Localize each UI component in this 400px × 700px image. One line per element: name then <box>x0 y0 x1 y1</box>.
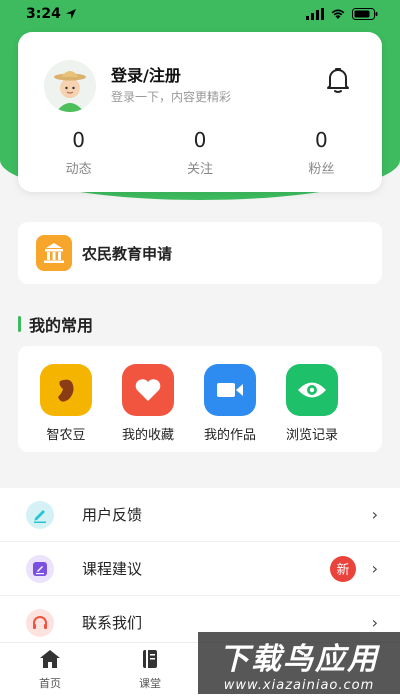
menu-item-course-suggestion[interactable]: 课程建议 新 › <box>0 542 400 596</box>
status-time: 3:24 <box>26 6 61 22</box>
bean-icon <box>40 364 92 416</box>
location-arrow-icon <box>65 9 76 19</box>
shortcut-label: 我的作品 <box>203 428 256 443</box>
menu-label: 课程建议 <box>82 560 143 578</box>
battery-icon <box>352 8 378 20</box>
tab-classroom[interactable]: 课堂 <box>100 643 200 700</box>
edu-label: 农民教育申请 <box>82 244 173 263</box>
section-title-common: 我的常用 <box>18 314 94 335</box>
headset-icon <box>26 608 54 637</box>
book-icon <box>143 650 157 668</box>
farmer-avatar-icon <box>44 60 96 112</box>
home-icon <box>40 650 60 668</box>
building-icon <box>36 235 72 271</box>
stat-value: 0 <box>72 128 86 152</box>
settings-list: 用户反馈 › 课程建议 新 › 联系我们 › <box>0 488 400 650</box>
wifi-icon <box>331 9 345 19</box>
avatar[interactable] <box>44 60 96 112</box>
farmer-education-apply-button[interactable]: 农民教育申请 <box>18 222 382 284</box>
stat-dynamics[interactable]: 0 动态 <box>18 128 139 177</box>
signal-icon <box>306 8 324 20</box>
heart-icon <box>122 364 174 416</box>
shortcut-history[interactable]: 浏览记录 <box>271 364 353 452</box>
section-accent-bar <box>18 316 21 332</box>
video-camera-icon <box>204 364 256 416</box>
shortcut-my-works[interactable]: 我的作品 <box>189 364 271 452</box>
login-register-link[interactable]: 登录/注册 <box>111 62 181 86</box>
section-title-text: 我的常用 <box>29 316 94 335</box>
eye-icon <box>286 364 338 416</box>
menu-item-feedback[interactable]: 用户反馈 › <box>0 488 400 542</box>
chevron-right-icon: › <box>371 559 378 578</box>
bell-icon[interactable] <box>326 66 350 94</box>
stat-label: 关注 <box>186 162 213 177</box>
tab-label: 课堂 <box>139 677 161 690</box>
watermark-logo: 下载鸟应用 www.xiazainiao.com <box>198 632 400 694</box>
stat-value: 0 <box>193 128 207 152</box>
stat-fans[interactable]: 0 粉丝 <box>261 128 382 177</box>
stat-label: 粉丝 <box>308 162 335 177</box>
chevron-right-icon: › <box>371 505 378 524</box>
shortcut-favorites[interactable]: 我的收藏 <box>107 364 189 452</box>
menu-label: 联系我们 <box>82 614 143 632</box>
tab-label: 首页 <box>39 677 61 690</box>
edit-icon <box>26 500 54 529</box>
shortcut-label: 浏览记录 <box>285 428 338 443</box>
status-bar: 3:24 <box>0 0 400 28</box>
shortcut-zhinongdou[interactable]: 智农豆 <box>25 364 107 452</box>
profile-stats: 0 动态 0 关注 0 粉丝 <box>18 128 382 177</box>
suggestion-icon <box>26 554 54 583</box>
stat-following[interactable]: 0 关注 <box>139 128 260 177</box>
chevron-right-icon: › <box>371 613 378 632</box>
new-badge: 新 <box>330 555 356 582</box>
profile-card: 登录/注册 登录一下，内容更精彩 0 动态 0 关注 0 粉丝 <box>18 32 382 192</box>
tab-home[interactable]: 首页 <box>0 643 100 700</box>
watermark-url: www.xiazainiao.com <box>223 678 375 693</box>
shortcut-label: 智农豆 <box>46 428 86 443</box>
common-shortcuts: 智农豆 我的收藏 我的作品 浏览记录 <box>18 346 382 452</box>
stat-value: 0 <box>314 128 328 152</box>
stat-label: 动态 <box>65 162 92 177</box>
shortcut-label: 我的收藏 <box>121 428 174 443</box>
login-subtitle: 登录一下，内容更精彩 <box>111 90 232 104</box>
menu-label: 用户反馈 <box>82 506 143 524</box>
watermark-title: 下载鸟应用 <box>219 642 379 677</box>
